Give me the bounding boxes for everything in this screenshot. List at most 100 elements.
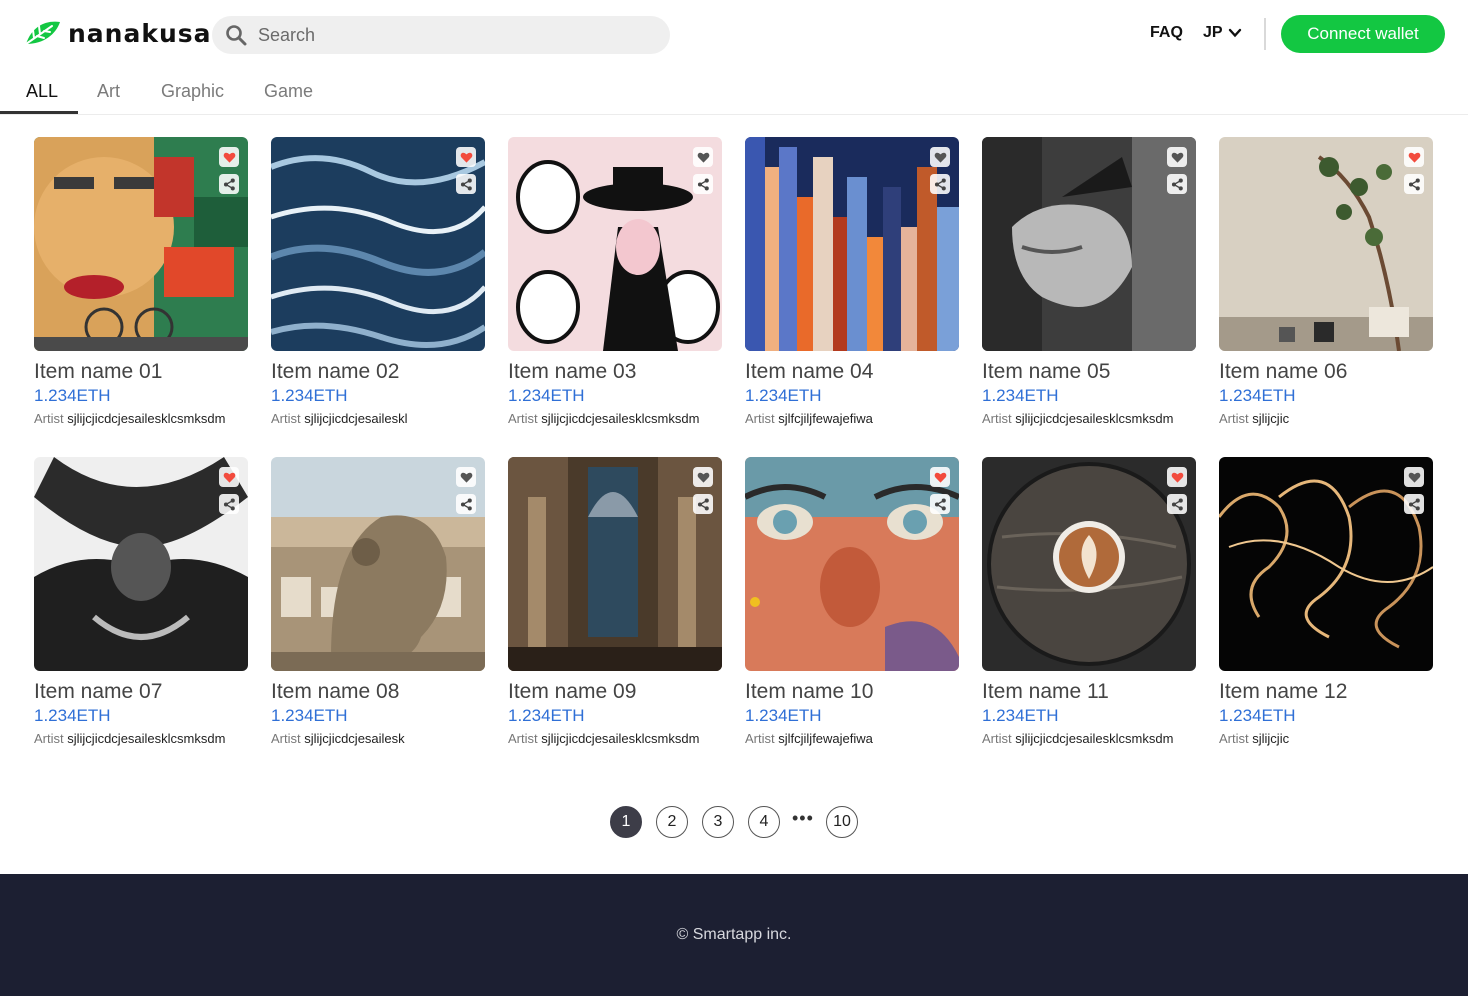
item-card[interactable]: Item name 02 1.234ETH Artist sjlijcjicdc… (271, 137, 485, 426)
share-button[interactable] (930, 494, 950, 514)
item-name[interactable]: Item name 11 (982, 680, 1196, 704)
item-card[interactable]: Item name 09 1.234ETH Artist sjlijcjicdc… (508, 457, 722, 746)
item-card[interactable]: Item name 03 1.234ETH Artist sjlijcjicdc… (508, 137, 722, 426)
item-name[interactable]: Item name 09 (508, 680, 722, 704)
item-artwork (508, 457, 722, 671)
item-name[interactable]: Item name 01 (34, 360, 248, 384)
search-bar[interactable] (212, 16, 670, 54)
item-thumbnail[interactable] (745, 457, 959, 671)
item-name[interactable]: Item name 03 (508, 360, 722, 384)
like-button[interactable] (930, 467, 950, 487)
artist-name[interactable]: sjlijcjicdcjesailesklcsmksdm (1015, 731, 1173, 746)
tab-all[interactable]: ALL (26, 81, 58, 102)
artist-name[interactable]: sjlijcjicdcjesailesklcsmksdm (67, 731, 225, 746)
logo[interactable]: nanakusa (22, 18, 212, 48)
item-card[interactable]: Item name 01 1.234ETH Artist sjlijcjicdc… (34, 137, 248, 426)
artist-name[interactable]: sjlfcjiljfewajefiwa (778, 731, 873, 746)
artist-name[interactable]: sjlijcjicdcjesailesklcsmksdm (1015, 411, 1173, 426)
share-button[interactable] (456, 494, 476, 514)
share-button[interactable] (456, 174, 476, 194)
item-card[interactable]: Item name 05 1.234ETH Artist sjlijcjicdc… (982, 137, 1196, 426)
item-card[interactable]: Item name 11 1.234ETH Artist sjlijcjicdc… (982, 457, 1196, 746)
page-button-4[interactable]: 4 (748, 806, 780, 838)
item-thumbnail[interactable] (271, 137, 485, 351)
item-card[interactable]: Item name 10 1.234ETH Artist sjlfcjiljfe… (745, 457, 959, 746)
like-button[interactable] (456, 467, 476, 487)
item-name[interactable]: Item name 06 (1219, 360, 1433, 384)
like-button[interactable] (456, 147, 476, 167)
artist-name[interactable]: sjlijcjic (1252, 731, 1289, 746)
share-button[interactable] (1167, 174, 1187, 194)
like-button[interactable] (930, 147, 950, 167)
item-name[interactable]: Item name 12 (1219, 680, 1433, 704)
heart-icon (223, 472, 235, 483)
like-button[interactable] (219, 147, 239, 167)
share-button[interactable] (1167, 494, 1187, 514)
item-price: 1.234ETH (508, 706, 585, 725)
heart-icon (460, 152, 472, 163)
item-card[interactable]: Item name 07 1.234ETH Artist sjlijcjicdc… (34, 457, 248, 746)
artist-label: Artist (34, 731, 64, 746)
item-thumbnail[interactable] (1219, 457, 1433, 671)
tab-game[interactable]: Game (264, 81, 313, 102)
like-button[interactable] (693, 467, 713, 487)
artist-name[interactable]: sjlijcjicdcjesaileskl (304, 411, 407, 426)
item-price: 1.234ETH (982, 706, 1059, 725)
item-thumbnail[interactable] (34, 137, 248, 351)
share-button[interactable] (693, 174, 713, 194)
share-icon (1171, 178, 1183, 190)
item-card[interactable]: Item name 04 1.234ETH Artist sjlfcjiljfe… (745, 137, 959, 426)
faq-link[interactable]: FAQ (1150, 24, 1183, 42)
item-artist: Artist sjlfcjiljfewajefiwa (745, 411, 959, 426)
share-button[interactable] (930, 174, 950, 194)
item-thumbnail[interactable] (508, 457, 722, 671)
item-price: 1.234ETH (34, 386, 111, 405)
like-button[interactable] (693, 147, 713, 167)
artist-name[interactable]: sjlijcjicdcjesailesk (304, 731, 404, 746)
artist-name[interactable]: sjlijcjicdcjesailesklcsmksdm (541, 411, 699, 426)
search-input[interactable] (256, 23, 640, 47)
item-name[interactable]: Item name 10 (745, 680, 959, 704)
item-thumbnail[interactable] (1219, 137, 1433, 351)
like-button[interactable] (1167, 467, 1187, 487)
share-button[interactable] (1404, 174, 1424, 194)
item-thumbnail[interactable] (271, 457, 485, 671)
page-button-1[interactable]: 1 (610, 806, 642, 838)
language-selector[interactable]: JP (1203, 24, 1242, 42)
item-artwork (1219, 457, 1433, 671)
item-thumbnail[interactable] (34, 457, 248, 671)
share-button[interactable] (1404, 494, 1424, 514)
tab-graphic[interactable]: Graphic (161, 81, 224, 102)
share-button[interactable] (219, 494, 239, 514)
artist-name[interactable]: sjlijcjicdcjesailesklcsmksdm (67, 411, 225, 426)
artist-name[interactable]: sjlfcjiljfewajefiwa (778, 411, 873, 426)
page-button-2[interactable]: 2 (656, 806, 688, 838)
connect-wallet-button[interactable]: Connect wallet (1281, 15, 1445, 53)
artist-name[interactable]: sjlijcjic (1252, 411, 1289, 426)
artist-name[interactable]: sjlijcjicdcjesailesklcsmksdm (541, 731, 699, 746)
item-name[interactable]: Item name 04 (745, 360, 959, 384)
item-card[interactable]: Item name 08 1.234ETH Artist sjlijcjicdc… (271, 457, 485, 746)
item-artwork (982, 457, 1196, 671)
item-thumbnail[interactable] (745, 137, 959, 351)
item-thumbnail[interactable] (508, 137, 722, 351)
item-name[interactable]: Item name 08 (271, 680, 485, 704)
like-button[interactable] (1404, 467, 1424, 487)
like-button[interactable] (1167, 147, 1187, 167)
page-button-3[interactable]: 3 (702, 806, 734, 838)
item-thumbnail[interactable] (982, 137, 1196, 351)
item-name[interactable]: Item name 07 (34, 680, 248, 704)
item-price: 1.234ETH (1219, 706, 1296, 725)
share-button[interactable] (219, 174, 239, 194)
like-button[interactable] (1404, 147, 1424, 167)
item-name[interactable]: Item name 05 (982, 360, 1196, 384)
share-button[interactable] (693, 494, 713, 514)
page-button-10[interactable]: 10 (826, 806, 858, 838)
heart-icon (697, 472, 709, 483)
item-thumbnail[interactable] (982, 457, 1196, 671)
item-name[interactable]: Item name 02 (271, 360, 485, 384)
like-button[interactable] (219, 467, 239, 487)
item-card[interactable]: Item name 12 1.234ETH Artist sjlijcjic (1219, 457, 1433, 746)
tab-art[interactable]: Art (97, 81, 120, 102)
item-card[interactable]: Item name 06 1.234ETH Artist sjlijcjic (1219, 137, 1433, 426)
